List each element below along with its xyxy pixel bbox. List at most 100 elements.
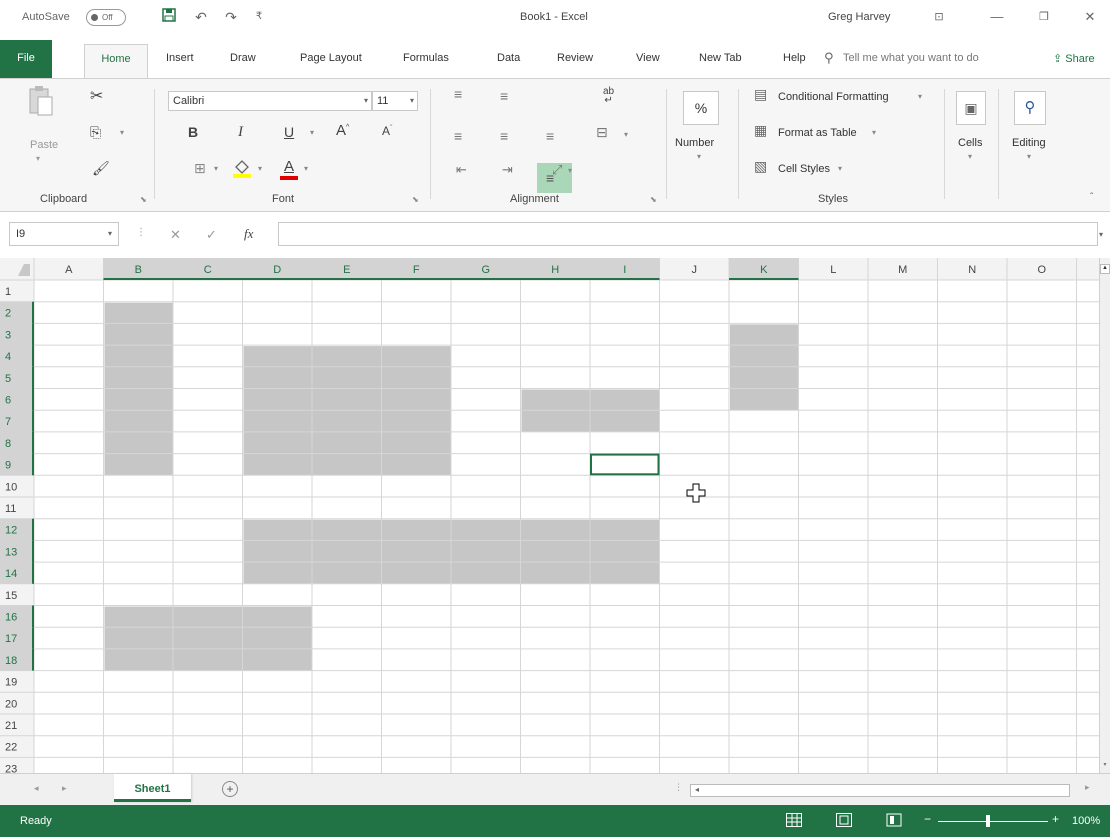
tab-help[interactable]: Help [783,52,806,64]
format-as-table-button[interactable]: Format as Table [778,127,857,139]
autosave-toggle[interactable]: Off [86,9,126,26]
expand-formula-bar-icon[interactable]: ▾ [1099,230,1103,239]
row-header[interactable]: 12 [5,525,17,537]
format-table-dropdown-icon[interactable]: ▾ [872,129,876,137]
zoom-slider[interactable] [938,821,1048,822]
tell-me-search[interactable]: Tell me what you want to do [843,52,979,64]
next-sheet-icon[interactable]: ▸ [62,783,67,794]
worksheet-grid[interactable]: A B C D E F G H I J K L M N O 1 2 3 4 5 6 7 8 9 10 11 12 13 14 15 16 17… [0,258,1110,773]
align-right-icon[interactable]: ≡ [546,129,554,143]
cell-styles-icon[interactable]: ▧ [754,159,767,173]
column-header[interactable]: M [898,264,907,276]
borders-dropdown-icon[interactable]: ▾ [214,165,218,173]
name-box[interactable]: I9 ▾ [9,222,119,246]
row-header[interactable]: 14 [5,568,17,580]
editing-dropdown-icon[interactable]: ▾ [1027,153,1031,161]
tab-formulas[interactable]: Formulas [403,52,449,64]
minimize-icon[interactable]: — [985,6,1009,28]
column-header[interactable]: A [65,264,73,276]
row-header[interactable]: 19 [5,677,17,689]
zoom-in-icon[interactable]: + [1052,813,1059,825]
cell-styles-dropdown-icon[interactable]: ▾ [838,165,842,173]
row-header[interactable]: 15 [5,590,17,602]
column-header[interactable]: B [135,264,142,276]
formula-input[interactable] [278,222,1098,246]
row-header[interactable]: 20 [5,698,17,710]
save-icon[interactable] [160,8,178,26]
format-table-icon[interactable]: ▦ [754,123,767,137]
scroll-left-icon[interactable]: ◂ [695,785,699,794]
sheet-tab[interactable]: Sheet1 [114,774,191,802]
undo-icon[interactable]: ↶ [192,8,210,26]
row-header[interactable]: 6 [5,395,11,407]
row-header[interactable]: 1 [5,286,11,298]
font-color-button[interactable]: A [280,159,298,181]
ribbon-display-icon[interactable]: ⊡ [927,6,951,28]
prev-sheet-icon[interactable]: ◂ [34,783,39,794]
shrink-font-button[interactable]: Aˇ [382,125,392,137]
bold-button[interactable]: B [188,125,198,139]
fill-color-icon[interactable] [232,157,252,179]
normal-view-icon[interactable] [786,813,802,827]
scroll-up-icon[interactable]: ▲ [1100,264,1110,274]
row-header[interactable]: 3 [5,329,11,341]
column-header[interactable]: J [692,264,698,276]
selected-range[interactable] [104,606,313,671]
conditional-dropdown-icon[interactable]: ▾ [918,93,922,101]
wrap-text-icon[interactable]: ab ↵ [603,87,614,106]
column-header[interactable]: K [760,264,768,276]
column-header[interactable]: C [204,264,212,276]
row-header[interactable]: 4 [5,351,11,363]
scroll-right-icon[interactable]: ▸ [1085,782,1090,793]
column-header[interactable]: D [273,264,281,276]
number-dropdown-icon[interactable]: ▾ [697,153,701,161]
row-header[interactable]: 13 [5,546,17,558]
customize-qat-icon[interactable]: ₹ [250,8,268,26]
row-header[interactable]: 7 [5,416,11,428]
grow-font-button[interactable]: A^ [336,123,349,138]
search-icon[interactable]: ⚲ [1014,91,1046,125]
column-header[interactable]: O [1037,264,1046,276]
top-align-icon[interactable]: ≡ [454,87,462,101]
tab-page-layout[interactable]: Page Layout [300,52,362,64]
cut-icon[interactable]: ✂ [90,89,103,105]
enter-icon[interactable]: ✓ [206,227,217,243]
row-header[interactable]: 22 [5,742,17,754]
selected-range[interactable] [243,346,452,476]
italic-button[interactable]: I [238,125,243,140]
number-format-button[interactable]: % [683,91,719,125]
font-launcher-icon[interactable]: ⬊ [412,195,419,204]
vertical-scrollbar[interactable]: ▲ ▾ [1099,258,1110,773]
column-header[interactable]: I [623,264,626,276]
font-size-box[interactable]: 11 ▾ [372,91,418,111]
active-cell[interactable] [590,453,660,476]
row-header[interactable]: 21 [5,720,17,732]
column-header[interactable]: E [343,264,350,276]
column-header[interactable]: G [481,264,490,276]
tab-data[interactable]: Data [497,52,520,64]
row-header[interactable]: 5 [5,373,11,385]
row-header[interactable]: 11 [5,503,16,515]
scroll-down-icon[interactable]: ▾ [1100,761,1110,771]
format-painter-icon[interactable]: 🖌 [92,161,110,175]
tab-file[interactable]: File [0,40,52,78]
tab-draw[interactable]: Draw [230,52,256,64]
borders-icon[interactable]: ⊞ [194,161,206,175]
insert-function-icon[interactable]: fx [244,226,253,242]
tab-split-icon[interactable]: ⋮ [674,782,683,793]
row-header[interactable]: 10 [5,481,17,493]
merge-center-icon[interactable]: ⊟ [596,125,608,139]
tab-view[interactable]: View [636,52,660,64]
row-header[interactable]: 9 [5,460,11,472]
add-sheet-icon[interactable]: + [222,781,238,797]
zoom-level[interactable]: 100% [1072,815,1100,827]
tab-new-tab[interactable]: New Tab [699,52,742,64]
row-header[interactable]: 17 [5,633,17,645]
align-left-icon[interactable]: ≡ [454,129,462,143]
orientation-icon[interactable]: ⤢ [552,163,562,176]
increase-indent-icon[interactable]: ⇥ [502,163,513,176]
horizontal-scrollbar[interactable]: ◂ [690,784,1070,797]
font-color-dropdown-icon[interactable]: ▾ [304,165,308,173]
cells-dropdown-icon[interactable]: ▾ [968,153,972,161]
cell-styles-button[interactable]: Cell Styles [778,163,830,175]
